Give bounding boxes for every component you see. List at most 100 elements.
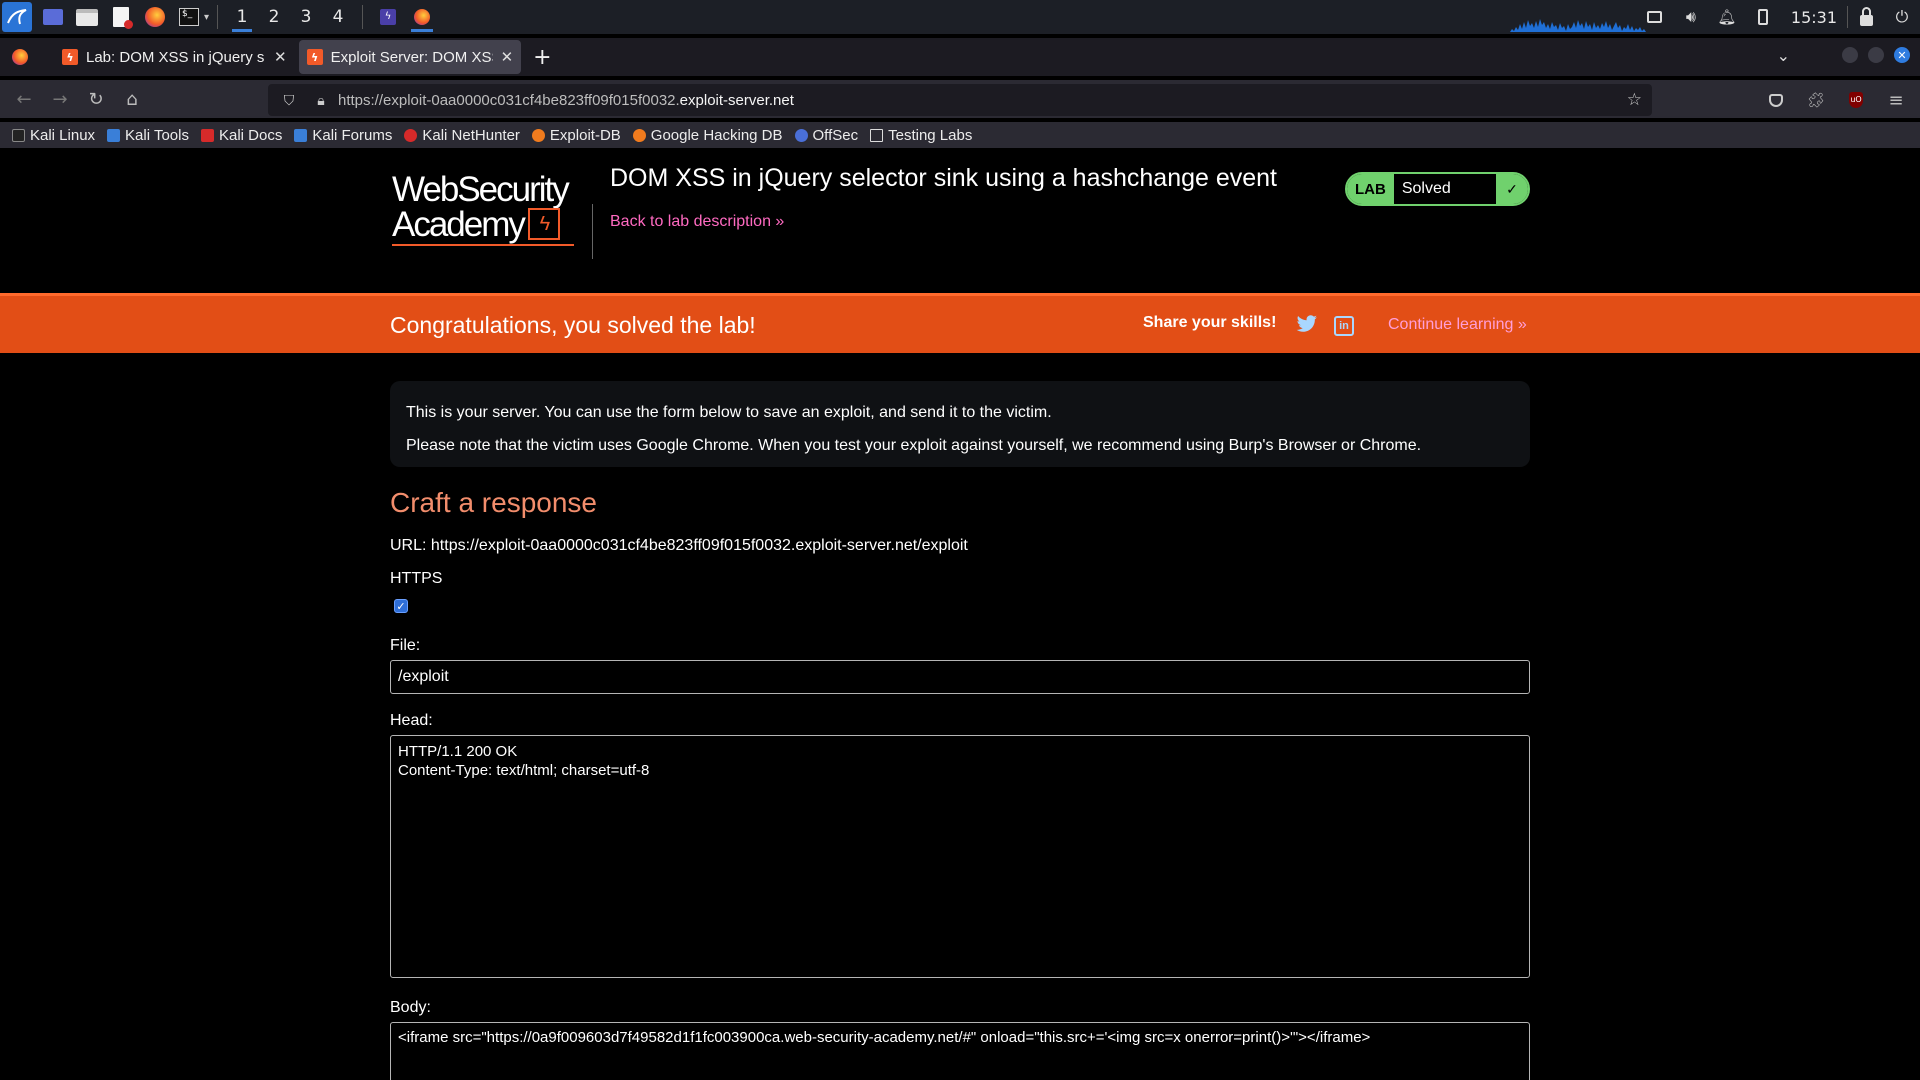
taskbar-separator <box>217 5 219 29</box>
power-icon[interactable]: ⏻ <box>1884 0 1920 34</box>
bookmark-kali-tools[interactable]: Kali Tools <box>107 127 189 144</box>
workspace-2[interactable]: 2 <box>258 0 290 34</box>
window-controls: ✕ <box>1842 47 1910 63</box>
notification-bell-icon[interactable]: 🔔︎ <box>1709 0 1745 34</box>
text-editor-icon[interactable] <box>108 6 134 29</box>
bookmark-kali-nethunter[interactable]: Kali NetHunter <box>404 127 520 144</box>
bookmark-star-icon[interactable]: ☆ <box>1627 90 1642 110</box>
web-security-academy-logo[interactable]: WebSecurity Academy ϟ <box>392 172 592 252</box>
web-page: WebSecurity Academy ϟ DOM XSS in jQuery s… <box>0 150 1920 1080</box>
offsec-icon <box>794 128 808 142</box>
nethunter-icon <box>404 128 418 142</box>
lab-tag: LAB <box>1347 174 1394 204</box>
bookmark-folder-testing-labs[interactable]: Testing Labs <box>870 127 972 144</box>
lab-header: WebSecurity Academy ϟ DOM XSS in jQuery s… <box>0 150 1920 292</box>
ublock-origin-icon[interactable]: uO <box>1838 84 1874 116</box>
server-info-box: This is your server. You can use the for… <box>390 381 1530 467</box>
craft-response-heading: Craft a response <box>390 487 597 518</box>
kali-menu-icon[interactable] <box>2 2 32 32</box>
workspace-3[interactable]: 3 <box>290 0 322 34</box>
bookmark-kali-linux[interactable]: Kali Linux <box>12 127 95 144</box>
folder-icon <box>870 128 884 142</box>
url-host: exploit-server.net <box>679 91 794 109</box>
firefox-window-icon[interactable] <box>405 0 439 34</box>
kali-tools-icon <box>107 128 121 142</box>
minimize-icon[interactable] <box>1842 47 1858 63</box>
lock-icon[interactable] <box>1848 0 1884 34</box>
extensions-icon[interactable]: 🧩︎ <box>1798 84 1834 116</box>
file-input[interactable]: /exploit <box>390 660 1530 694</box>
info-line-2: Please note that the victim uses Google … <box>406 437 1422 454</box>
ghdb-icon <box>632 128 646 142</box>
address-bar[interactable]: ⛉ 🔒︎ https://exploit-0aa0000c031cf4be823… <box>268 84 1652 116</box>
volume-icon[interactable]: 🔊︎ <box>1673 0 1709 34</box>
display-icon[interactable] <box>1637 0 1673 34</box>
file-manager-icon[interactable] <box>74 6 100 28</box>
https-label: HTTPS <box>390 570 443 587</box>
forward-arrow-icon[interactable]: → <box>42 83 78 115</box>
system-tray: 🔊︎ 🔔︎ 15:31 ⏻ <box>1637 0 1920 34</box>
bookmark-google-hacking-db[interactable]: Google Hacking DB <box>632 127 783 144</box>
twitter-icon[interactable] <box>1296 315 1318 335</box>
logo-underline <box>392 244 574 246</box>
lab-title: DOM XSS in jQuery selector sink using a … <box>610 164 1278 192</box>
pocket-icon[interactable] <box>1758 84 1794 116</box>
close-tab-icon[interactable]: ✕ <box>501 48 514 66</box>
workspace-4[interactable]: 4 <box>322 0 354 34</box>
body-textarea[interactable]: <iframe src="https://0a9f009603d7f49582d… <box>390 1022 1530 1080</box>
solved-banner: Congratulations, you solved the lab! Sha… <box>0 293 1920 353</box>
reload-icon[interactable]: ↻ <box>78 83 114 115</box>
tracking-shield-icon[interactable]: ⛉ <box>278 92 300 109</box>
https-checkbox[interactable]: ✓ <box>394 599 408 613</box>
exploit-url: URL: https://exploit-0aa0000c031cf4be823… <box>390 537 968 554</box>
kali-dragon-icon <box>12 128 25 142</box>
linkedin-icon[interactable]: in <box>1334 316 1354 336</box>
head-textarea[interactable]: HTTP/1.1 200 OK Content-Type: text/html;… <box>390 735 1530 978</box>
bookmark-offsec[interactable]: OffSec <box>794 127 858 144</box>
os-taskbar: $_ ▾ 1 2 3 4 ϟ 🔊︎ 🔔︎ 15:31 ⏻ <box>0 0 1920 34</box>
bookmark-kali-docs[interactable]: Kali Docs <box>200 127 282 144</box>
toolbar-right: 🧩︎ uO ≡ <box>1758 84 1914 116</box>
list-all-tabs-icon[interactable]: ⌄ <box>1777 46 1790 65</box>
home-icon[interactable]: ⌂ <box>114 83 150 115</box>
solved-check-icon: ✓ <box>1494 174 1528 204</box>
clock[interactable]: 15:31 <box>1781 8 1847 27</box>
browser-nav-bar: ← → ↻ ⌂ ⛉ 🔒︎ https://exploit-0aa0000c031… <box>0 80 1920 118</box>
taskbar-separator <box>362 5 364 29</box>
browser-tab-bar: ϟ Lab: DOM XSS in jQuery s ✕ ϟ Exploit S… <box>0 38 1920 76</box>
terminal-icon[interactable]: $_ <box>176 6 202 28</box>
firefox-launcher-icon[interactable] <box>142 6 168 28</box>
header-divider <box>592 204 593 259</box>
file-label: File: <box>390 637 421 654</box>
tab-lab[interactable]: ϟ Lab: DOM XSS in jQuery s ✕ <box>54 40 295 74</box>
close-tab-icon[interactable]: ✕ <box>274 48 287 66</box>
back-arrow-icon[interactable]: ← <box>6 83 42 115</box>
lab-status-widget: LAB Solved ✓ <box>1345 172 1530 206</box>
bookmark-kali-forums[interactable]: Kali Forums <box>294 127 392 144</box>
show-desktop-icon[interactable] <box>40 6 66 28</box>
close-window-icon[interactable]: ✕ <box>1894 47 1910 63</box>
back-to-lab-description-link[interactable]: Back to lab description » <box>610 213 784 231</box>
padlock-icon[interactable]: 🔒︎ <box>310 92 332 109</box>
url-prefix: https://exploit-0aa0000c031cf4be823ff09f… <box>338 91 680 109</box>
new-tab-button[interactable]: + <box>533 45 551 70</box>
share-skills-label: Share your skills! <box>1143 314 1277 331</box>
firefox-view-icon[interactable] <box>12 49 28 65</box>
battery-icon[interactable] <box>1745 0 1781 34</box>
burp-window-icon[interactable]: ϟ <box>371 0 405 34</box>
lightning-bolt-icon: ϟ <box>527 208 560 240</box>
lab-status-text: Solved <box>1401 180 1451 197</box>
hamburger-menu-icon[interactable]: ≡ <box>1878 84 1914 116</box>
tab-exploit-server[interactable]: ϟ Exploit Server: DOM XSS ✕ <box>298 40 522 74</box>
bookmark-exploit-db[interactable]: Exploit-DB <box>531 127 621 144</box>
tab-title: Lab: DOM XSS in jQuery s <box>86 48 265 66</box>
logo-text-line1: WebSecurity <box>392 170 570 209</box>
launcher-dropdown-icon[interactable]: ▾ <box>204 12 209 23</box>
logo-text-line2: Academy <box>392 205 526 244</box>
tab-title: Exploit Server: DOM XSS <box>330 48 493 66</box>
kali-docs-icon <box>200 128 214 142</box>
maximize-icon[interactable] <box>1868 47 1884 63</box>
solved-message: Congratulations, you solved the lab! <box>390 312 756 338</box>
continue-learning-link[interactable]: Continue learning » <box>1388 316 1527 334</box>
workspace-1[interactable]: 1 <box>226 0 258 34</box>
